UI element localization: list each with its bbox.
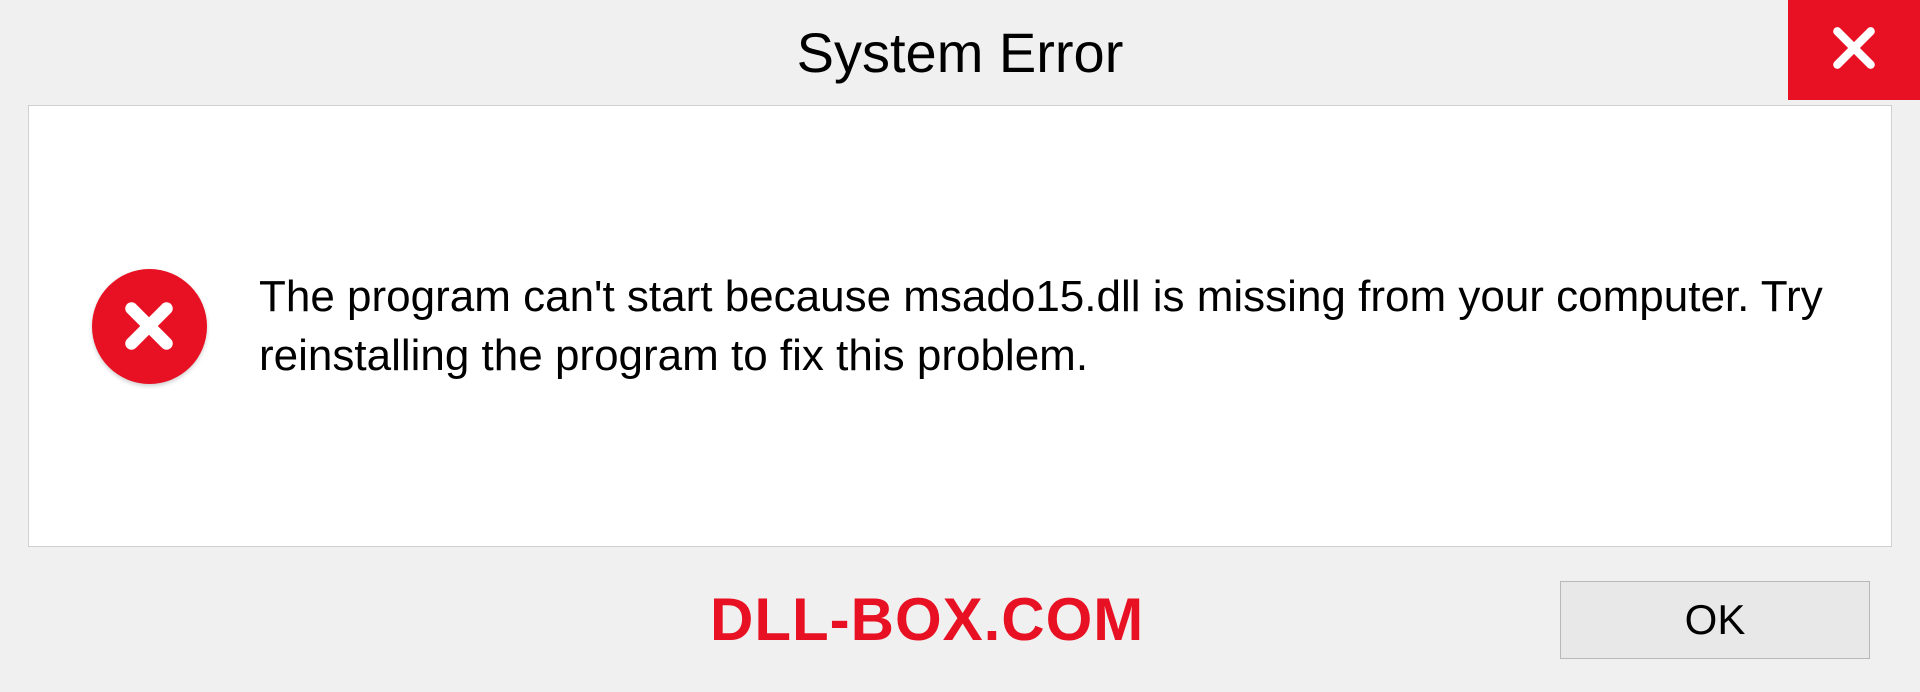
error-icon — [92, 269, 207, 384]
title-bar: System Error — [0, 0, 1920, 105]
close-icon — [1829, 23, 1879, 78]
dialog-title: System Error — [797, 20, 1124, 85]
error-icon-wrapper — [89, 266, 209, 386]
close-button[interactable] — [1788, 0, 1920, 100]
watermark-text: DLL-BOX.COM — [710, 585, 1144, 654]
footer-bar: DLL-BOX.COM OK — [0, 547, 1920, 692]
error-message: The program can't start because msado15.… — [259, 267, 1831, 386]
content-panel: The program can't start because msado15.… — [28, 105, 1892, 547]
ok-button[interactable]: OK — [1560, 581, 1870, 659]
error-dialog: System Error The program can't start bec… — [0, 0, 1920, 692]
